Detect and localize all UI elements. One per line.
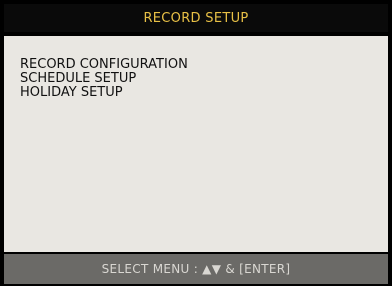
- navigation-hint: SELECT MENU : ▲▼ & [ENTER]: [101, 262, 291, 276]
- record-setup-screen: RECORD SETUP RECORD CONFIGURATION SCHEDU…: [0, 0, 392, 286]
- footer-bar: SELECT MENU : ▲▼ & [ENTER]: [4, 254, 388, 284]
- menu-panel: RECORD CONFIGURATION SCHEDULE SETUP HOLI…: [4, 36, 388, 252]
- menu-item-schedule-setup[interactable]: SCHEDULE SETUP: [20, 72, 188, 86]
- menu-item-record-configuration[interactable]: RECORD CONFIGURATION: [20, 58, 188, 72]
- page-title: RECORD SETUP: [143, 10, 249, 26]
- title-bar: RECORD SETUP: [4, 4, 388, 32]
- menu-item-holiday-setup[interactable]: HOLIDAY SETUP: [20, 86, 188, 100]
- menu-list: RECORD CONFIGURATION SCHEDULE SETUP HOLI…: [20, 58, 188, 100]
